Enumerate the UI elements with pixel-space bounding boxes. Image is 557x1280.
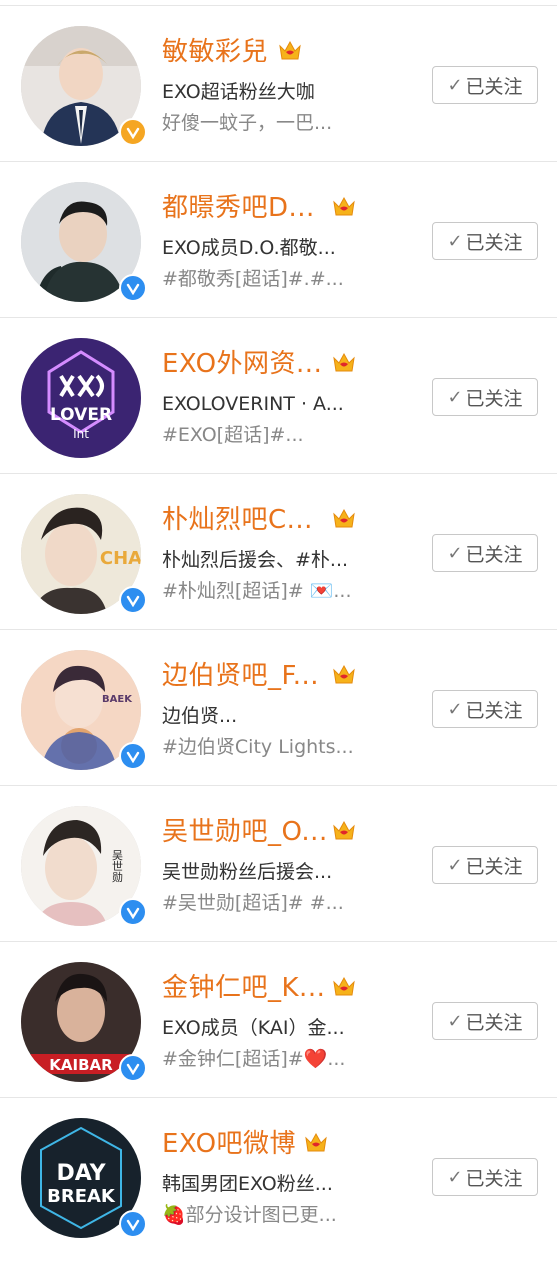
account-latest-post: #吴世勋[超话]# #... — [162, 892, 344, 914]
verified-badge-icon — [119, 586, 147, 614]
account-name[interactable]: EXO外网资... — [162, 348, 322, 380]
account-latest-post: #EXO[超话]#... — [162, 424, 304, 446]
check-icon: ✓ — [447, 854, 463, 876]
check-icon: ✓ — [447, 698, 463, 720]
account-description: 朴灿烈后援会、#朴... — [162, 549, 349, 571]
list-item[interactable]: BAEK 边伯贤吧_F... 边伯贤... #边伯贤City Lights...… — [0, 630, 557, 786]
crown-icon — [333, 976, 355, 996]
avatar-logo-text: BAEK — [102, 694, 133, 705]
account-latest-post: 🍓部分设计图已更... — [162, 1204, 337, 1226]
verified-badge-icon — [119, 118, 147, 146]
check-icon: ✓ — [447, 74, 463, 96]
list-item[interactable]: DAY BREAK EXO吧微博 韩国男团EXO粉丝... 🍓部分设计图已更..… — [0, 1098, 557, 1254]
avatar-logo-text: DAY — [56, 1161, 106, 1186]
verified-badge-icon — [119, 274, 147, 302]
account-description: EXO成员（KAI）金... — [162, 1017, 345, 1039]
verified-badge-icon — [119, 1210, 147, 1238]
account-name[interactable]: 金钟仁吧_K... — [162, 972, 325, 1004]
following-button[interactable]: ✓ 已关注 — [432, 222, 538, 260]
account-description: EXO超话粉丝大咖 — [162, 81, 315, 103]
check-icon: ✓ — [447, 386, 463, 408]
account-latest-post: #金钟仁[超话]#❤️... — [162, 1048, 346, 1070]
account-name[interactable]: EXO吧微博 — [162, 1128, 296, 1160]
avatar-logo-text: CHA — [100, 548, 141, 569]
following-button[interactable]: ✓ 已关注 — [432, 1158, 538, 1196]
check-icon: ✓ — [447, 230, 463, 252]
crown-icon — [333, 352, 355, 372]
crown-icon — [305, 1132, 327, 1152]
check-icon: ✓ — [447, 1010, 463, 1032]
account-description: EXO成员D.O.都敬... — [162, 237, 336, 259]
avatar-logo-text: KAIBAR — [49, 1056, 113, 1074]
avatar-logo-text: 吴世勋 — [111, 849, 124, 883]
following-button[interactable]: ✓ 已关注 — [432, 846, 538, 884]
account-name[interactable]: 朴灿烈吧C... — [162, 504, 313, 536]
following-button[interactable]: ✓ 已关注 — [432, 1002, 538, 1040]
crown-icon — [279, 40, 301, 60]
following-list: 敏敏彩兒 EXO超话粉丝大咖 好傻一蚊子，一巴... ✓ 已关注 都暻秀吧D... — [0, 6, 557, 1254]
list-item[interactable]: LOVER Int EXO外网资... EXOLOVERINT · A... #… — [0, 318, 557, 474]
account-latest-post: #边伯贤City Lights... — [162, 736, 354, 758]
account-latest-post: #都敬秀[超话]#.#... — [162, 268, 344, 290]
account-description: 韩国男团EXO粉丝... — [162, 1173, 333, 1195]
account-description: 边伯贤... — [162, 705, 238, 727]
avatar-logo-subtext: Int — [73, 427, 89, 441]
following-button[interactable]: ✓ 已关注 — [432, 378, 538, 416]
check-icon: ✓ — [447, 542, 463, 564]
account-latest-post: 好傻一蚊子，一巴... — [162, 112, 333, 134]
account-name[interactable]: 吴世勋吧_O... — [162, 816, 328, 848]
verified-badge-icon — [119, 1054, 147, 1082]
following-button[interactable]: ✓ 已关注 — [432, 534, 538, 572]
account-description: 吴世勋粉丝后援会... — [162, 861, 333, 883]
list-item[interactable]: 敏敏彩兒 EXO超话粉丝大咖 好傻一蚊子，一巴... ✓ 已关注 — [0, 6, 557, 162]
following-button[interactable]: ✓ 已关注 — [432, 690, 538, 728]
account-name[interactable]: 都暻秀吧D... — [162, 192, 315, 224]
verified-badge-icon — [119, 742, 147, 770]
crown-icon — [333, 196, 355, 216]
avatar[interactable]: LOVER Int — [21, 338, 141, 458]
verified-badge-icon — [119, 898, 147, 926]
avatar-logo-subtext: BREAK — [47, 1186, 116, 1207]
check-icon: ✓ — [447, 1166, 463, 1188]
list-item[interactable]: KAIBAR 金钟仁吧_K... EXO成员（KAI）金... #金钟仁[超话]… — [0, 942, 557, 1098]
crown-icon — [333, 664, 355, 684]
list-item[interactable]: 吴世勋 吴世勋吧_O... 吴世勋粉丝后援会... #吴世勋[超话]# #...… — [0, 786, 557, 942]
account-description: EXOLOVERINT · A... — [162, 393, 344, 415]
crown-icon — [333, 820, 355, 840]
following-button[interactable]: ✓ 已关注 — [432, 66, 538, 104]
account-name[interactable]: 边伯贤吧_F... — [162, 660, 319, 692]
list-item[interactable]: 都暻秀吧D... EXO成员D.O.都敬... #都敬秀[超话]#.#... ✓… — [0, 162, 557, 318]
account-latest-post: #朴灿烈[超话]# 💌... — [162, 580, 352, 602]
list-item[interactable]: CHA 朴灿烈吧C... 朴灿烈后援会、#朴... #朴灿烈[超话]# 💌...… — [0, 474, 557, 630]
crown-icon — [333, 508, 355, 528]
avatar-logo-text: LOVER — [50, 405, 112, 425]
account-name[interactable]: 敏敏彩兒 — [162, 36, 268, 68]
